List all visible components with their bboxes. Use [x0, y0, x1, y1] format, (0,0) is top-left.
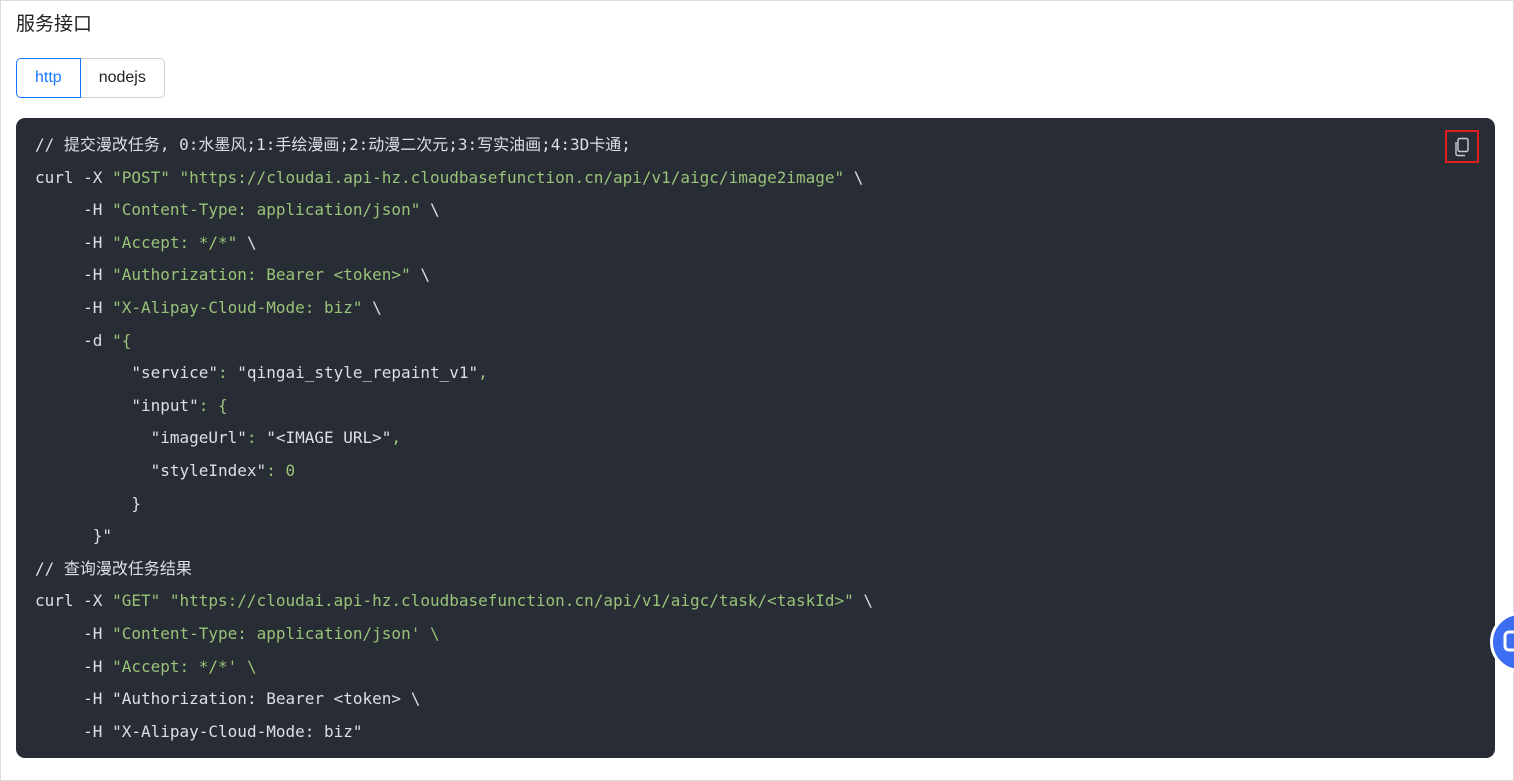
code-line: }" [35, 520, 1476, 553]
code-token: : [218, 363, 238, 383]
copy-button[interactable] [1445, 130, 1479, 163]
tab-nodejs[interactable]: nodejs [80, 58, 165, 98]
code-token: \ [844, 167, 864, 187]
code-token: -H [83, 721, 113, 741]
code-line: curl -X "GET" "https://cloudai.api-hz.cl… [35, 585, 1476, 618]
code-line: // 提交漫改任务, 0:水墨风;1:手绘漫画;2:动漫二次元;3:写实油画;4… [35, 129, 1476, 162]
code-token: "Authorization: Bearer <token> \ [112, 689, 421, 709]
code-line: -H "Authorization: Bearer <token> \ [35, 683, 1476, 716]
code-line: -H "Accept: */*' \ [35, 651, 1476, 684]
code-token: "X-Alipay-Cloud-Mode: biz" [112, 721, 363, 741]
code-line: -H "Content-Type: application/json' \ [35, 618, 1476, 651]
code-line: } [35, 488, 1476, 521]
code-token: : { [198, 395, 228, 415]
tab-http[interactable]: http [16, 58, 81, 98]
code-token: "<IMAGE URL>" [266, 428, 392, 448]
code-token: "imageUrl" [150, 428, 247, 448]
code-token: : [246, 428, 267, 448]
code-token: , [391, 428, 402, 448]
code-token: -H [83, 232, 113, 252]
code-token: "POST" "https://cloudai.api-hz.cloudbase… [112, 167, 845, 187]
code-token: }" [92, 526, 113, 546]
code-line: "styleIndex": 0 [35, 455, 1476, 488]
code-token: "Authorization: Bearer <token>" [112, 265, 411, 285]
code-line: "service": "qingai_style_repaint_v1", [35, 357, 1476, 390]
language-tabs: http nodejs [16, 58, 165, 98]
code-line: -H "X-Alipay-Cloud-Mode: biz" [35, 716, 1476, 749]
code-token: \ [362, 297, 382, 317]
code-line: "imageUrl": "<IMAGE URL>", [35, 422, 1476, 455]
code-token: "input" [131, 395, 199, 415]
code-token: "Content-Type: application/json" [112, 200, 421, 220]
code-token: "qingai_style_repaint_v1" [237, 363, 479, 383]
code-line: -d "{ [35, 325, 1476, 358]
code-line: -H "X-Alipay-Cloud-Mode: biz" \ [35, 292, 1476, 325]
copy-icon [1455, 137, 1469, 156]
section-title: 服务接口 [16, 13, 93, 35]
code-line: -H "Authorization: Bearer <token>" \ [35, 259, 1476, 292]
code-line: -H "Content-Type: application/json" \ [35, 194, 1476, 227]
code-line: "input": { [35, 390, 1476, 423]
code-token: -d [83, 330, 113, 350]
code-token: -H [83, 200, 113, 220]
code-block: // 提交漫改任务, 0:水墨风;1:手绘漫画;2:动漫二次元;3:写实油画;4… [16, 118, 1495, 758]
code-token: -H [83, 297, 113, 317]
code-token: : 0 [266, 460, 296, 480]
code-token: curl -X [35, 591, 113, 611]
code-token: -H [83, 265, 113, 285]
code-token: "Content-Type: application/json' \ [112, 623, 440, 643]
code-token: \ [420, 200, 440, 220]
code-token: "Accept: */*" [112, 232, 238, 252]
code-line: // 查询漫改任务结果 [35, 553, 1476, 586]
code-token: , [478, 363, 488, 383]
code-token: "service" [131, 363, 219, 383]
floating-action-icon [1503, 630, 1514, 652]
code-token: "Accept: */*' \ [112, 656, 257, 676]
code-token: curl -X [35, 167, 113, 187]
code-token: // 提交漫改任务, 0:水墨风;1:手绘漫画;2:动漫二次元;3:写实油画;4… [35, 135, 631, 154]
code-token: "{ [112, 330, 132, 350]
code-token: "GET" "https://cloudai.api-hz.cloudbasef… [112, 591, 854, 611]
code-token: } [131, 493, 141, 513]
code-token: "styleIndex" [150, 460, 267, 480]
code-token: \ [237, 232, 257, 252]
code-line: -H "Accept: */*" \ [35, 227, 1476, 260]
code-token: \ [853, 591, 874, 611]
code-line: curl -X "POST" "https://cloudai.api-hz.c… [35, 162, 1476, 195]
code-token: "X-Alipay-Cloud-Mode: biz" [112, 297, 363, 317]
code-token: // 查询漫改任务结果 [35, 558, 192, 578]
code-token: \ [410, 265, 430, 285]
code-token: -H [83, 656, 113, 676]
code-token: -H [83, 623, 113, 643]
code-token: -H [83, 689, 113, 709]
